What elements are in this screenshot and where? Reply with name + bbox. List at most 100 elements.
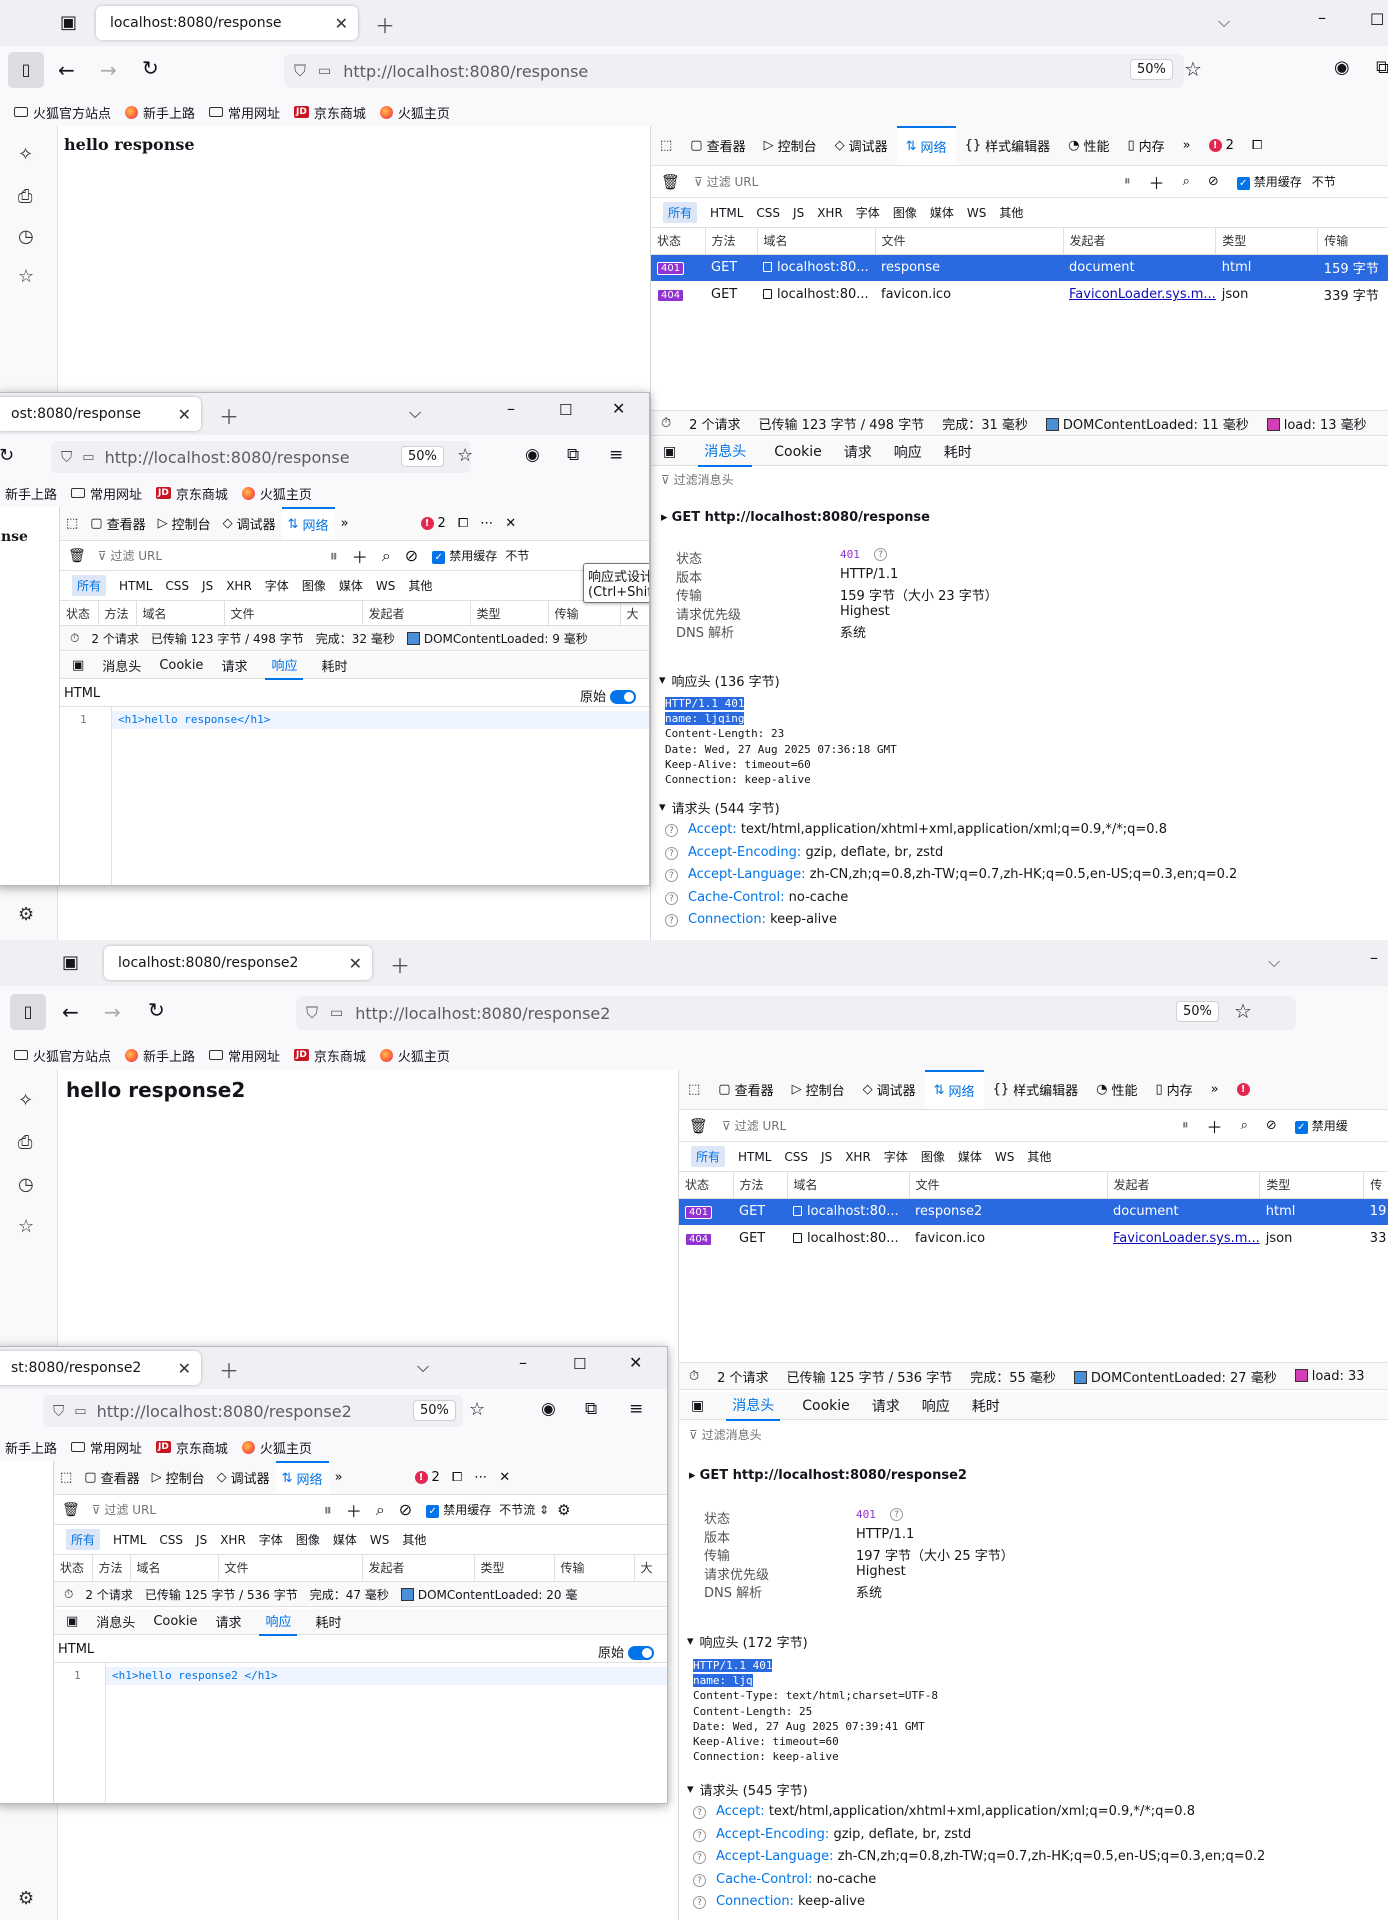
toggle-switch[interactable]	[628, 1646, 655, 1660]
type-filter-item[interactable]: 媒体	[333, 1531, 357, 1548]
menu-icon[interactable]: ≡	[629, 1399, 643, 1419]
back-icon[interactable]: ←	[58, 58, 75, 82]
menu-icon[interactable]: ≡	[609, 445, 623, 465]
chevron-down-icon[interactable]: ⌵	[409, 403, 421, 423]
filter-url-input[interactable]: ⊽ 过滤 URL	[722, 1117, 1182, 1134]
column-header[interactable]: 域名	[757, 228, 876, 255]
account-icon[interactable]: ◉	[525, 445, 540, 465]
zoom-indicator[interactable]: 50%	[401, 446, 444, 467]
type-filter-item[interactable]: JS	[793, 206, 804, 220]
bookmark-item[interactable]: 常用网址	[71, 484, 142, 503]
type-filter-item[interactable]: HTML	[738, 1150, 771, 1164]
filter-url-input[interactable]: ⊽ 过滤 URL	[694, 173, 1124, 190]
type-filter-item[interactable]: 图像	[296, 1531, 320, 1548]
url-bar[interactable]: ⛉ ▭ http://localhost:8080/response2	[296, 996, 1296, 1030]
bookmark-item[interactable]: 新手上路	[125, 103, 195, 122]
column-header[interactable]: 域名	[136, 601, 225, 628]
type-filter-item[interactable]: HTML	[710, 206, 743, 220]
trash-icon[interactable]: 🗑	[689, 1117, 708, 1135]
bookmark-item[interactable]: JD 京东商城	[294, 103, 366, 122]
bookmark-item[interactable]: 新手上路	[125, 1046, 195, 1065]
tab-network[interactable]: ⇅ 网络	[896, 126, 956, 165]
star-icon[interactable]: ☆	[457, 445, 473, 466]
column-header[interactable]: 状态	[60, 601, 99, 628]
type-filter-item[interactable]: JS	[196, 1533, 207, 1547]
column-header[interactable]: 类型	[1259, 1172, 1365, 1199]
new-tab-icon[interactable]: ＋	[219, 1355, 239, 1384]
block-icon[interactable]: ⊘	[405, 546, 418, 565]
responsive-mode-icon[interactable]: ⧠	[446, 1461, 468, 1494]
panel-toggle-icon[interactable]: ▣	[691, 1398, 704, 1414]
chevron-down-icon[interactable]: ⌵	[1268, 952, 1280, 972]
zoom-indicator[interactable]: 50%	[413, 1400, 456, 1421]
more-tabs-icon[interactable]: »	[1202, 1070, 1228, 1109]
tab-console[interactable]: ▷ 控制台	[755, 126, 826, 165]
bookmark-item[interactable]: 常用网址	[209, 103, 280, 122]
tab-debugger[interactable]: ◇ 调试器	[854, 1070, 925, 1109]
type-filter-item[interactable]: WS	[995, 1150, 1014, 1164]
tab-list-icon[interactable]: ▣	[62, 952, 79, 973]
type-filter-item[interactable]: 媒体	[339, 577, 363, 594]
star-icon[interactable]: ☆	[1184, 57, 1202, 81]
tab-timings[interactable]: 耗时	[944, 442, 972, 462]
close-tab-icon[interactable]: ✕	[335, 14, 348, 33]
search-icon[interactable]: ⌕	[1241, 1118, 1248, 1133]
tab-network[interactable]: ⇅ 网络	[281, 507, 335, 540]
block-icon[interactable]: ⊘	[399, 1500, 412, 1519]
tab-cookie[interactable]: Cookie	[774, 444, 822, 460]
tab-timings[interactable]: 耗时	[315, 1612, 341, 1631]
tab-console[interactable]: ▷ 控制台	[152, 507, 217, 540]
new-tab-icon[interactable]: ＋	[375, 10, 395, 39]
panel-toggle-icon[interactable]: ▣	[72, 658, 84, 673]
shield-icon[interactable]: ⛉	[53, 1402, 64, 1420]
tab-style-editor[interactable]: {} 样式编辑器	[956, 126, 1060, 165]
type-filter-item[interactable]: 字体	[259, 1531, 283, 1548]
element-picker-icon[interactable]: ⬚	[651, 126, 681, 165]
filter-headers-input[interactable]: ⊽ 过滤消息头	[689, 1426, 762, 1443]
url-text[interactable]: http://localhost:8080/response	[343, 62, 588, 81]
tab-headers[interactable]: 消息头	[102, 656, 141, 675]
url-bar[interactable]: ⛉ ▭ http://localhost:8080/response	[284, 54, 1184, 88]
chevron-down-icon[interactable]: ⌵	[1218, 12, 1230, 32]
more-tabs-icon[interactable]: »	[1174, 126, 1200, 165]
raw-toggle[interactable]: 原始	[598, 1642, 655, 1661]
tab-console[interactable]: ▷ 控制台	[783, 1070, 854, 1109]
account-icon[interactable]: ◉	[1334, 57, 1350, 78]
add-icon[interactable]: ＋	[1207, 1114, 1223, 1138]
new-tab-icon[interactable]: ＋	[219, 401, 239, 430]
tab-request[interactable]: 请求	[221, 656, 247, 675]
initiator-text[interactable]: FaviconLoader.sys.m...	[1113, 1231, 1260, 1246]
disable-cache-checkbox[interactable]: ✓ 禁用缓存	[432, 547, 497, 564]
inner-url-text[interactable]: http://localhost:8080/response	[105, 448, 350, 467]
tab-memory[interactable]: ▯ 内存	[1146, 1070, 1201, 1109]
panel-toggle-icon[interactable]: ▣	[663, 444, 676, 460]
forward-icon[interactable]: →	[100, 58, 117, 82]
type-filter-item[interactable]: HTML	[119, 579, 152, 593]
help-icon[interactable]: ?	[665, 846, 678, 860]
column-header[interactable]: 大	[634, 1555, 667, 1582]
close-window-icon[interactable]: ✕	[612, 399, 625, 418]
disable-cache-checkbox[interactable]: ✓ 禁用缓存	[426, 1501, 491, 1518]
tab-debugger[interactable]: ◇ 调试器	[826, 126, 897, 165]
type-filter-item[interactable]: WS	[370, 1533, 389, 1547]
shield-icon[interactable]: ⛉	[306, 1003, 318, 1023]
tab-inspector[interactable]: ▢ 查看器	[84, 507, 151, 540]
inner-url-text[interactable]: http://localhost:8080/response2	[97, 1402, 352, 1421]
type-filter-item[interactable]: 其他	[408, 577, 432, 594]
column-header[interactable]: 类型	[1215, 228, 1319, 255]
type-filter-item[interactable]: 媒体	[958, 1148, 982, 1165]
tab-cookie[interactable]: Cookie	[159, 658, 203, 673]
type-filter-item[interactable]: XHR	[226, 579, 252, 593]
tab-inspector[interactable]: ▢ 查看器	[681, 126, 754, 165]
bookmarks-icon[interactable]: ☆	[18, 266, 34, 287]
type-filter-item[interactable]: 所有	[663, 202, 698, 223]
type-filter-item[interactable]: JS	[202, 579, 213, 593]
column-header[interactable]: 类型	[470, 601, 549, 628]
tab-timings[interactable]: 耗时	[321, 656, 347, 675]
column-header[interactable]: 文件	[909, 1172, 1108, 1199]
request-headers-section[interactable]: ▾ 请求头 (544 字节)	[659, 798, 780, 817]
type-filter-item[interactable]: 所有	[72, 575, 107, 596]
help-icon[interactable]: ?	[665, 891, 678, 905]
ai-sparkle-icon[interactable]: ✧	[18, 1090, 33, 1111]
pause-icon[interactable]: ⏸	[1124, 174, 1131, 189]
